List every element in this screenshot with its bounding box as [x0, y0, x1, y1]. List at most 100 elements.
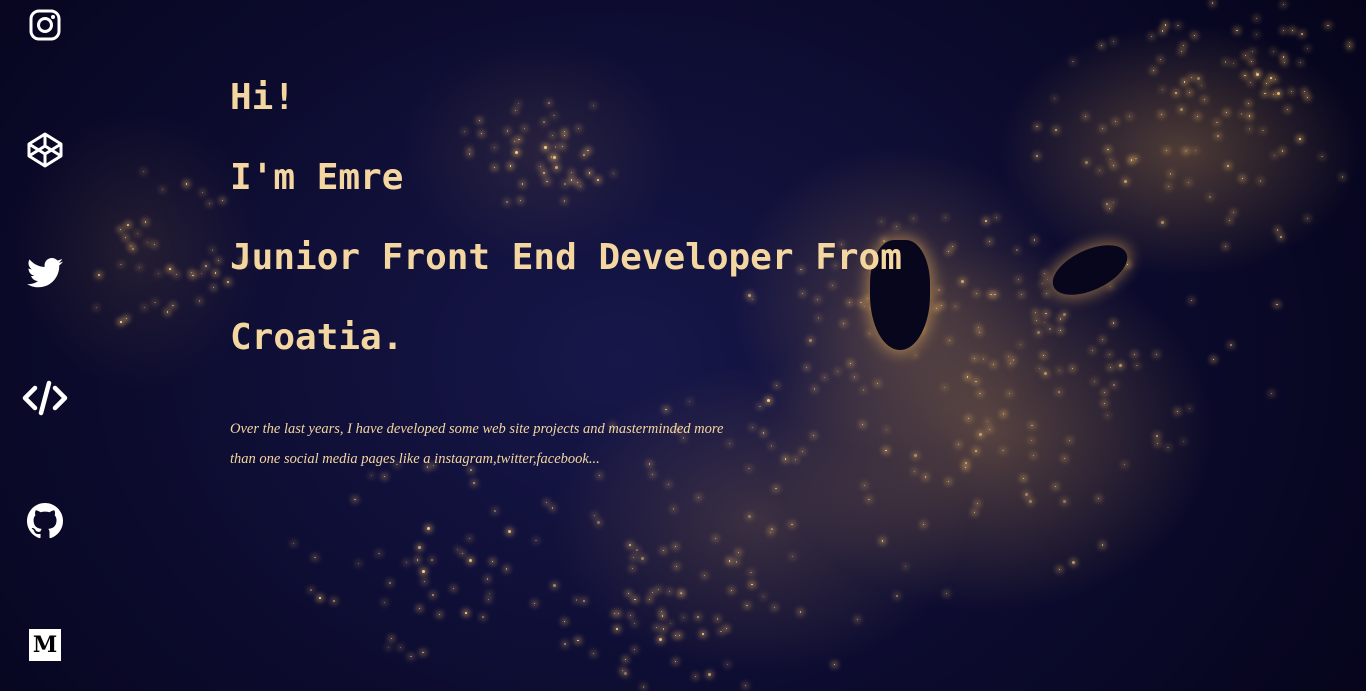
city-light-dot [383, 601, 385, 603]
city-light-dot [682, 616, 685, 619]
city-light-dot [1035, 319, 1038, 322]
city-light-dot [1161, 221, 1165, 225]
city-light-dot [482, 616, 484, 618]
city-light-dot [465, 612, 467, 614]
city-light-dot [1109, 207, 1111, 209]
city-light-dot [221, 199, 223, 201]
city-light-dot [1072, 60, 1074, 62]
city-light-dot [1136, 364, 1138, 367]
city-light-dot [1182, 44, 1184, 46]
intro-paragraph: Over the last years, I have developed so… [230, 421, 724, 467]
city-light-dot [1124, 179, 1128, 183]
city-light-dot [1286, 109, 1288, 111]
city-light-dot [716, 618, 719, 620]
city-light-dot [613, 612, 616, 615]
city-light-dot [1033, 239, 1036, 241]
city-light-dot [1058, 391, 1060, 393]
city-light-dot [418, 607, 421, 610]
city-light-dot [1002, 449, 1004, 452]
medium-link[interactable]: M [22, 622, 68, 668]
city-light-dot [1190, 299, 1193, 302]
city-light-dot [468, 558, 472, 562]
city-light-dot [1227, 165, 1229, 167]
city-light-dot [205, 265, 207, 267]
city-light-dot [119, 229, 121, 230]
city-light-dot [1113, 164, 1115, 166]
city-light-dot [1059, 329, 1061, 331]
city-light-dot [1292, 29, 1294, 31]
city-light-dot [1071, 561, 1075, 565]
city-light-dot [137, 233, 139, 235]
city-light-dot [1045, 292, 1048, 295]
city-light-dot [1045, 312, 1047, 315]
city-light-dot [1033, 454, 1035, 456]
city-light-dot [314, 556, 316, 559]
city-light-dot [1248, 102, 1250, 104]
city-light-dot [1092, 349, 1094, 351]
city-light-dot [641, 557, 645, 561]
city-light-dot [868, 498, 870, 501]
social-sidebar: M [0, 0, 90, 691]
city-light-dot [494, 510, 496, 512]
city-light-dot [896, 595, 898, 597]
city-light-dot [1240, 113, 1243, 115]
github-link[interactable] [22, 498, 68, 544]
city-light-dot [976, 503, 978, 505]
city-light-dot [1103, 402, 1105, 404]
city-light-dot [856, 619, 858, 621]
city-light-dot [1187, 181, 1190, 184]
city-light-dot [354, 498, 356, 501]
github-icon [27, 503, 63, 539]
city-light-dot [707, 673, 711, 677]
city-light-dot [1216, 121, 1218, 124]
city-light-dot [1266, 82, 1268, 84]
city-light-dot [422, 570, 426, 574]
city-light-dot [642, 686, 645, 688]
city-light-dot [618, 613, 620, 615]
city-light-dot [1299, 138, 1301, 140]
city-light-dot [1129, 116, 1131, 118]
city-light-dot [593, 514, 595, 516]
city-light-dot [655, 626, 657, 629]
city-light-dot [695, 675, 697, 677]
code-link[interactable] [22, 375, 68, 421]
city-light-dot [1008, 393, 1010, 395]
city-light-dot [992, 363, 995, 366]
city-light-dot [217, 259, 220, 262]
city-light-dot [564, 621, 566, 623]
city-light-dot [1193, 35, 1195, 37]
city-light-dot [1348, 46, 1350, 48]
city-light-dot [1098, 498, 1100, 500]
city-light-dot [1151, 35, 1153, 37]
city-light-dot [1114, 120, 1117, 123]
city-light-dot [1249, 81, 1252, 84]
city-light-dot [771, 528, 773, 530]
city-light-dot [488, 592, 491, 594]
instagram-link[interactable] [22, 2, 68, 48]
city-light-dot [1270, 77, 1272, 79]
city-light-dot [597, 521, 601, 525]
city-light-dot [1126, 263, 1128, 265]
city-light-dot [98, 274, 100, 276]
city-light-dot [545, 501, 547, 503]
city-light-dot [169, 268, 171, 270]
city-light-dot [1177, 24, 1179, 27]
city-light-dot [629, 544, 631, 546]
city-light-dot [1107, 148, 1109, 151]
city-light-dot [720, 630, 722, 633]
city-light-dot [399, 646, 401, 648]
city-light-dot [1236, 29, 1238, 32]
city-light-dot [1058, 569, 1060, 571]
city-light-dot [1188, 92, 1190, 94]
city-light-dot [744, 685, 746, 687]
city-light-dot [577, 639, 579, 642]
city-light-dot [1306, 217, 1308, 219]
city-light-dot [1103, 392, 1105, 393]
city-light-dot [1262, 129, 1264, 132]
city-light-dot [190, 271, 193, 274]
city-light-dot [652, 592, 654, 594]
codepen-link[interactable] [22, 127, 68, 173]
twitter-link[interactable] [22, 250, 68, 296]
city-light-dot [1200, 85, 1202, 87]
city-light-dot [1211, 2, 1214, 4]
